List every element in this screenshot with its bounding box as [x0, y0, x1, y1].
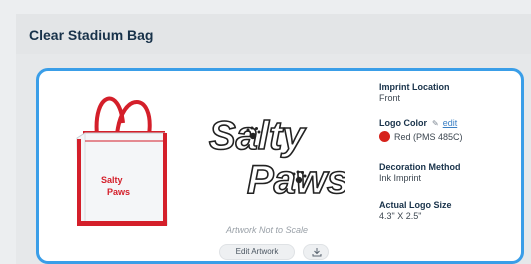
panel-title: Clear Stadium Bag [29, 27, 154, 43]
edit-artwork-button[interactable]: Edit Artwork [219, 244, 295, 260]
edit-pencil-icon[interactable]: ✎ [432, 119, 439, 128]
svg-text:Salty: Salty [101, 175, 123, 185]
logo-size-group: Actual Logo Size 4.3" X 2.5" [379, 200, 519, 222]
edit-color-link[interactable]: edit [443, 118, 458, 128]
logo-artwork: Salty Paws [208, 113, 345, 199]
imprint-location-label: Imprint Location [379, 82, 450, 92]
product-panel: Clear Stadium Bag Salty Paws Salty Paws … [16, 14, 531, 264]
panel-header: Clear Stadium Bag [16, 14, 531, 54]
scale-note: Artwork Not to Scale [226, 225, 309, 235]
logo-size-label: Actual Logo Size [379, 200, 452, 210]
product-bag-image: Salty Paws [76, 96, 168, 226]
decoration-method-value: Ink Imprint [379, 173, 422, 183]
logo-color-value-row: Red (PMS 485C) [379, 131, 519, 143]
decoration-method-group: Decoration Method Ink Imprint [379, 162, 519, 184]
svg-text:Paws: Paws [107, 187, 130, 197]
imprint-location-group: Imprint Location Front [379, 82, 519, 104]
logo-color-group: Logo Color ✎ edit Red (PMS 485C) [379, 118, 519, 143]
logo-line-1: Salty [209, 114, 306, 158]
logo-line-2: Paws [247, 158, 345, 199]
logo-color-label: Logo Color [379, 118, 427, 128]
logo-size-value: 4.3" X 2.5" [379, 211, 422, 221]
logo-color-value: Red (PMS 485C) [394, 132, 463, 142]
decoration-method-label: Decoration Method [379, 162, 461, 172]
download-icon [312, 248, 322, 257]
imprint-location-value: Front [379, 93, 401, 103]
color-swatch [379, 131, 390, 142]
logo-color-label-row: Logo Color ✎ edit [379, 118, 519, 129]
page: Clear Stadium Bag Salty Paws Salty Paws … [0, 0, 531, 264]
artwork-card[interactable]: Salty Paws Salty Paws Artwork Not to Sca… [36, 68, 524, 264]
download-button[interactable] [303, 244, 329, 260]
